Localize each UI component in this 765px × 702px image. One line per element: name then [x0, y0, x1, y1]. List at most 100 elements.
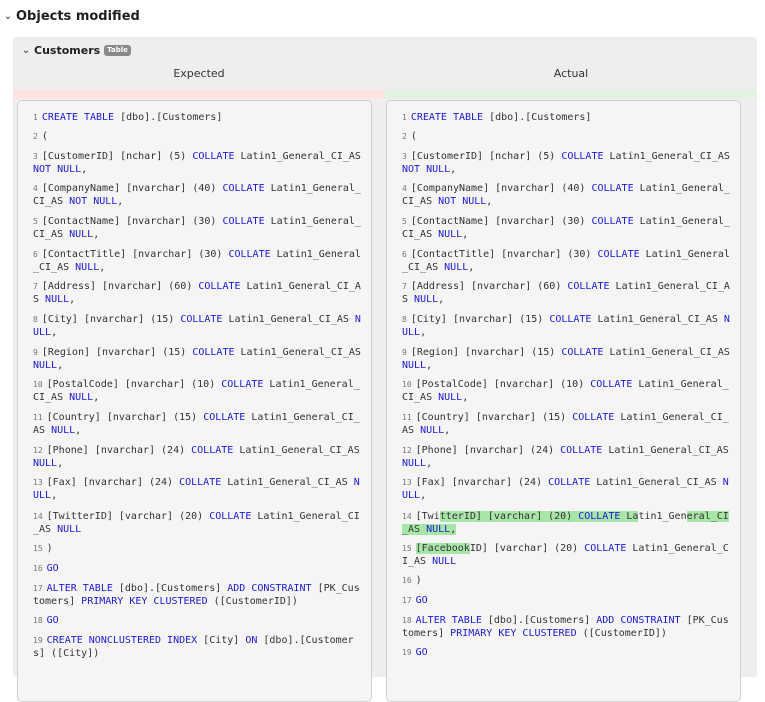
code-line: 7 [Address] [nvarchar] (60) COLLATE Latin…	[402, 280, 732, 306]
code-text: [ContactTitle] [nvarchar] (30)	[41, 249, 229, 260]
sql-keyword: COLLATE	[549, 314, 592, 325]
line-number: 12	[33, 446, 43, 455]
sql-keyword: COLLATE	[179, 477, 222, 488]
code-text: (	[410, 131, 417, 142]
sql-keyword: COLLATE	[561, 151, 604, 162]
code-line: 11 [Country] [nvarchar] (15) COLLATE Lati…	[402, 411, 732, 437]
code-text: [Twi	[415, 511, 440, 522]
code-text: ,	[93, 229, 100, 240]
section-title: Objects modified	[16, 8, 140, 24]
line-number: 10	[33, 380, 43, 389]
chevron-down-icon[interactable]: ⌄	[18, 45, 34, 56]
chevron-down-icon[interactable]: ⌄	[0, 11, 16, 22]
code-text: ,	[51, 490, 58, 501]
line-number: 2	[402, 132, 407, 141]
code-text: [Facebook	[415, 543, 470, 554]
code-text: [Address] [nvarchar] (60)	[410, 281, 568, 292]
sql-keyword: NULL	[69, 229, 94, 240]
line-number: 14	[33, 512, 43, 521]
sql-keyword: GO	[415, 595, 428, 606]
sql-keyword: COLLATE	[221, 379, 264, 390]
sql-keyword: COLLATE	[567, 281, 610, 292]
object-header[interactable]: ⌄ Customers Table	[18, 43, 131, 57]
sql-keyword: NULL	[420, 425, 445, 436]
sql-keyword: GO	[46, 563, 59, 574]
sql-keyword: ADD CONSTRAINT	[227, 583, 312, 594]
code-line: 8 [City] [nvarchar] (15) COLLATE Latin1_G…	[33, 313, 363, 339]
sql-keyword: COLLATE	[191, 445, 234, 456]
sql-keyword: GO	[415, 647, 428, 658]
line-number: 15	[402, 544, 412, 553]
line-number: 11	[33, 413, 43, 422]
code-text: ,	[69, 294, 76, 305]
sql-keyword: COLLATE	[597, 249, 640, 260]
line-number: 7	[33, 282, 38, 291]
code-text: [PostalCode] [nvarchar] (10)	[46, 379, 222, 390]
code-text: ,	[81, 164, 88, 175]
sql-keyword: GO	[46, 615, 59, 626]
code-text: [Fax] [nvarchar] (24)	[46, 477, 180, 488]
code-text: [ContactName] [nvarchar] (30)	[410, 216, 592, 227]
code-line: 12 [Phone] [nvarchar] (24) COLLATE Latin1…	[402, 444, 732, 470]
code-text: [City] [nvarchar] (15)	[410, 314, 550, 325]
code-line: 3 [CustomerID] [nchar] (5) COLLATE Latin1…	[33, 150, 363, 176]
line-number: 6	[33, 250, 38, 259]
code-line: 2(	[33, 130, 363, 143]
object-name: Customers	[34, 43, 101, 57]
sql-keyword: COLLATE	[180, 314, 223, 325]
object-diff-panel: ⌄ Customers Table Expected Actual 1 CREAT…	[13, 37, 757, 702]
code-text: [dbo].[Customers]	[112, 583, 228, 594]
sql-keyword: COLLATE	[591, 216, 634, 227]
sql-keyword: NULL	[45, 294, 70, 305]
sql-keyword: NULL	[402, 458, 427, 469]
sql-keyword: PRIMARY KEY CLUSTERED	[450, 628, 577, 639]
code-line: 18 ALTER TABLE [dbo].[Customers] ADD CONS…	[402, 614, 732, 640]
sql-keyword: NULL	[75, 262, 100, 273]
sql-keyword: COLLATE	[192, 347, 235, 358]
sql-keyword: NOT NULL	[438, 196, 487, 207]
actual-column-title: Actual	[553, 67, 589, 80]
code-line: 16 GO	[33, 562, 363, 575]
code-line: 5 [ContactName] [nvarchar] (30) COLLATE L…	[402, 215, 732, 241]
code-text: [Region] [nvarchar] (15)	[410, 347, 562, 358]
code-text: Latin1_General_CI_AS	[233, 445, 366, 456]
code-line: 13 [Fax] [nvarchar] (24) COLLATE Latin1_G…	[33, 476, 363, 502]
actual-diff-bar	[385, 90, 757, 98]
sql-keyword: NULL	[33, 458, 58, 469]
code-text: (	[41, 131, 48, 142]
code-text: [CompanyName] [nvarchar] (40)	[41, 183, 223, 194]
sql-keyword: NULL	[33, 360, 58, 371]
sql-keyword: COLLATE	[209, 511, 252, 522]
code-line: 14 [TwitterID] [varchar] (20) COLLATE Lat…	[402, 510, 732, 536]
code-line: 9 [Region] [nvarchar] (15) COLLATE Latin1…	[33, 346, 363, 372]
code-line: 1 CREATE TABLE [dbo].[Customers]	[402, 111, 732, 124]
sql-keyword: COLLATE	[590, 379, 633, 390]
line-number: 3	[402, 152, 407, 161]
actual-code: 1 CREATE TABLE [dbo].[Customers] 2(3 [Custo…	[387, 101, 740, 658]
code-line: 19 CREATE NONCLUSTERED INDEX [City] ON [d…	[33, 634, 363, 660]
line-number: 16	[402, 576, 412, 585]
actual-code-panel[interactable]: 1 CREATE TABLE [dbo].[Customers] 2(3 [Custo…	[386, 100, 741, 702]
code-line: 5 [ContactName] [nvarchar] (30) COLLATE L…	[33, 215, 363, 241]
code-text: ID] [varchar] (20)	[469, 543, 585, 554]
line-number: 4	[402, 184, 407, 193]
code-text: Latin1_General_CI_AS	[602, 445, 735, 456]
sql-keyword: COLLATE	[228, 249, 271, 260]
code-text: [Fax] [nvarchar] (24)	[415, 477, 549, 488]
line-number: 19	[33, 636, 43, 645]
line-number: 9	[402, 348, 407, 357]
code-line: 12 [Phone] [nvarchar] (24) COLLATE Latin1…	[33, 444, 363, 470]
code-text: ,	[486, 196, 493, 207]
sql-keyword: COLLATE	[222, 183, 265, 194]
code-line: 2(	[402, 130, 732, 143]
line-number: 16	[33, 564, 43, 573]
code-text: Latin1_General_CI_AS	[603, 347, 736, 358]
objects-modified-header[interactable]: ⌄ Objects modified	[0, 6, 140, 26]
sql-keyword: CREATE NONCLUSTERED INDEX	[46, 635, 198, 646]
code-text: La	[620, 511, 639, 522]
code-text: ,	[450, 164, 457, 175]
code-text: ,	[444, 425, 451, 436]
code-line: 6 [ContactTitle] [nvarchar] (30) COLLATE …	[402, 248, 732, 274]
expected-code-panel[interactable]: 1 CREATE TABLE [dbo].[Customers] 2(3 [Custo…	[17, 100, 372, 702]
line-number: 5	[402, 217, 407, 226]
